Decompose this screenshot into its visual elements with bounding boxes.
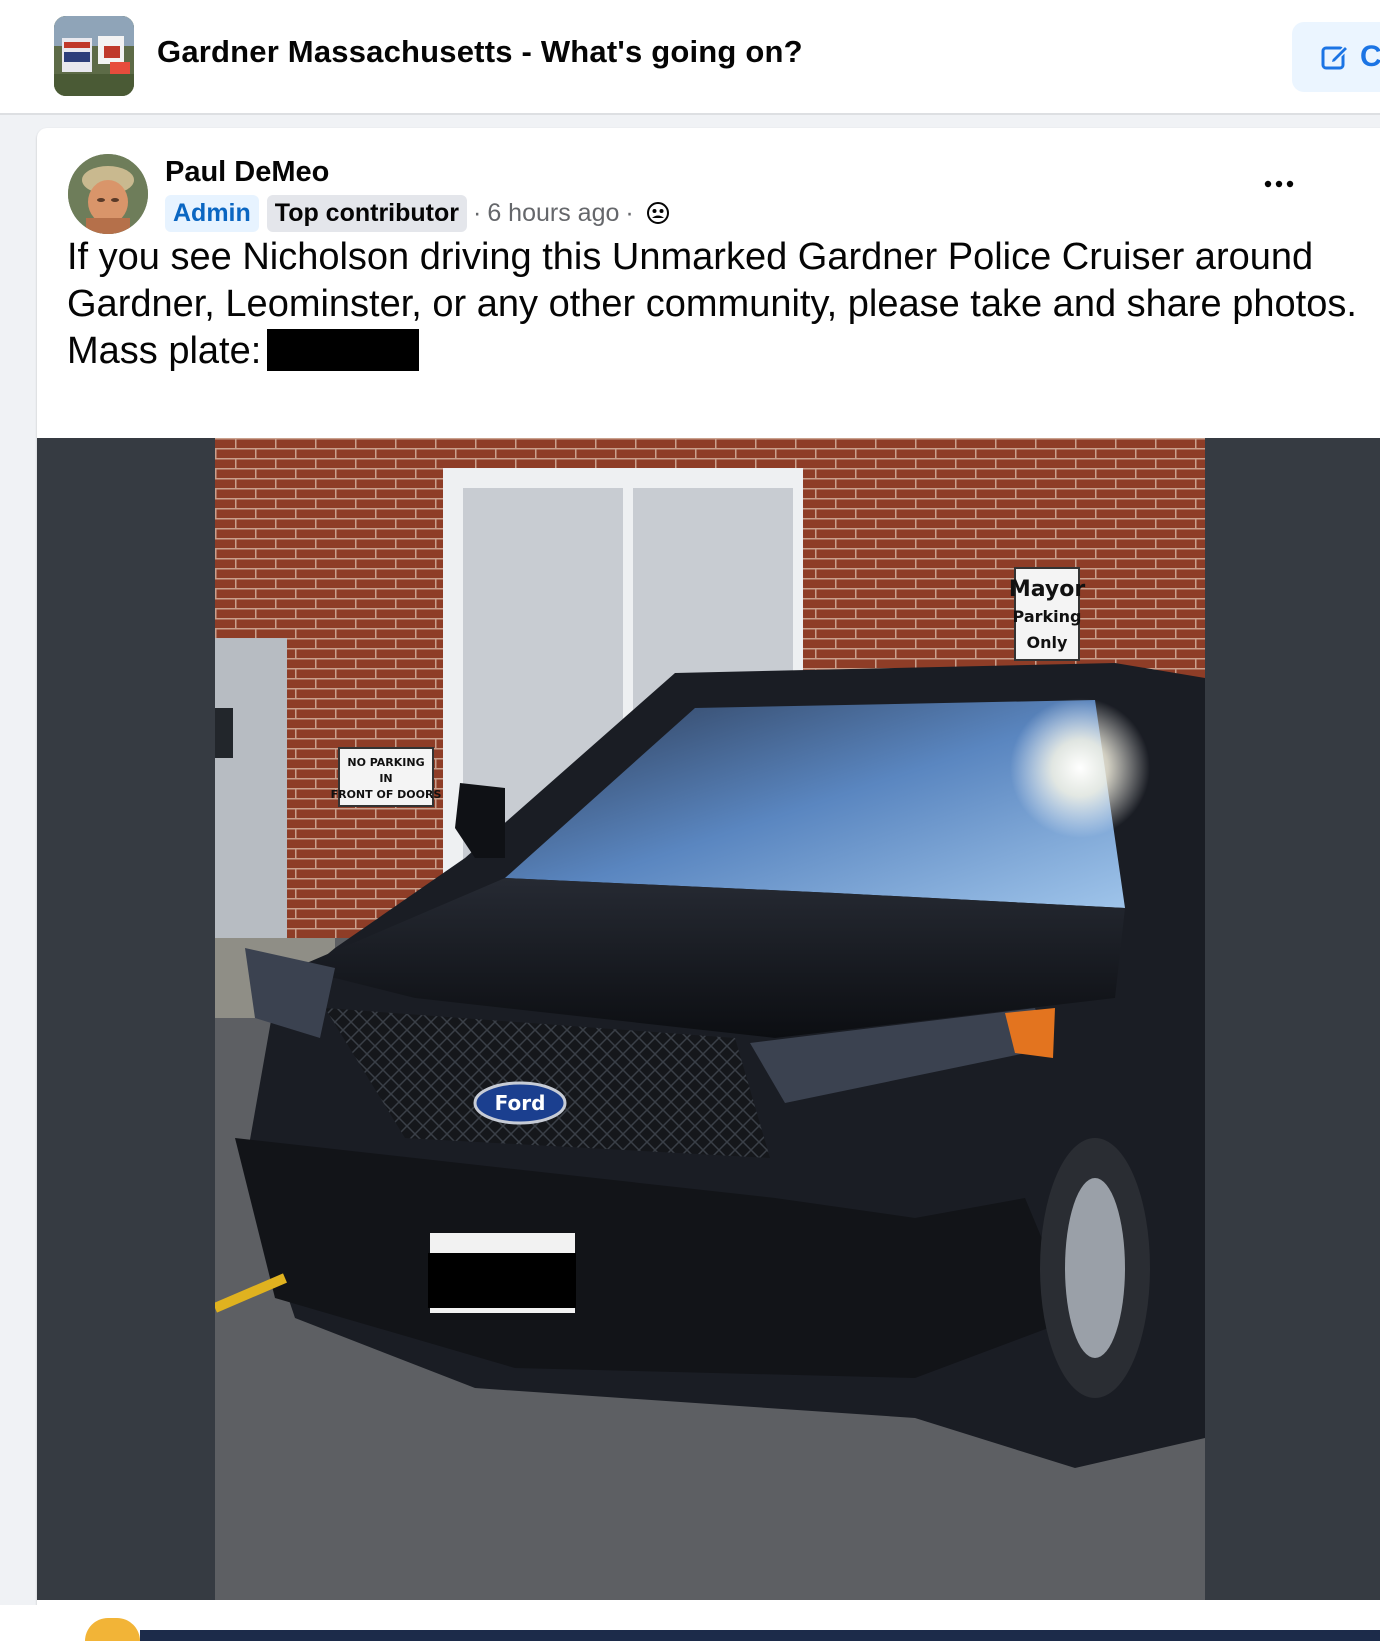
author-avatar-image	[68, 154, 148, 234]
avatar[interactable]	[68, 154, 148, 234]
group-thumbnail[interactable]	[54, 16, 134, 96]
photo-black-ford-suv: Mayor Parking Only NO PARKING IN FRONT OF DOO…	[215, 438, 1205, 1600]
post-text-body: If you see Nicholson driving this Unmark…	[67, 236, 1357, 372]
no-parking-sign-text: NO PARKING	[347, 756, 424, 769]
meta-separator: ·	[625, 198, 634, 227]
ford-logo-text: Ford	[495, 1091, 546, 1115]
post-photo[interactable]: Mayor Parking Only NO PARKING IN FRONT OF DOO…	[215, 438, 1205, 1600]
more-options-icon[interactable]	[1260, 174, 1300, 194]
mayor-sign-text: Mayor	[1009, 577, 1086, 602]
create-post-button[interactable]: C	[1292, 22, 1380, 92]
admin-badge[interactable]: Admin	[165, 194, 259, 232]
mayor-sign-text: Only	[1027, 633, 1068, 652]
edit-icon	[1321, 44, 1350, 70]
no-parking-sign-text: FRONT OF DOORS	[331, 788, 442, 801]
create-button-label: C	[1360, 40, 1380, 73]
mayor-sign-text: Parking	[1013, 607, 1082, 626]
meta-separator: ·	[473, 198, 482, 227]
group-name[interactable]: Gardner Massachusetts - What's going on?	[157, 34, 803, 70]
post-text: If you see Nicholson driving this Unmark…	[67, 234, 1367, 375]
group-header: Gardner Massachusetts - What's going on?…	[0, 0, 1380, 115]
top-contributor-badge[interactable]: Top contributor	[266, 194, 467, 232]
group-members-icon	[646, 202, 669, 224]
group-photo-thumb	[54, 16, 134, 96]
no-parking-sign-text: IN	[379, 772, 392, 785]
post-meta: Admin Top contributor · 6 hours ago ·	[165, 194, 670, 232]
plate-redaction-box	[267, 329, 420, 371]
author-name[interactable]: Paul DeMeo	[165, 156, 329, 189]
next-post-preview	[140, 1630, 1380, 1641]
post-timestamp[interactable]: 6 hours ago	[487, 199, 619, 228]
